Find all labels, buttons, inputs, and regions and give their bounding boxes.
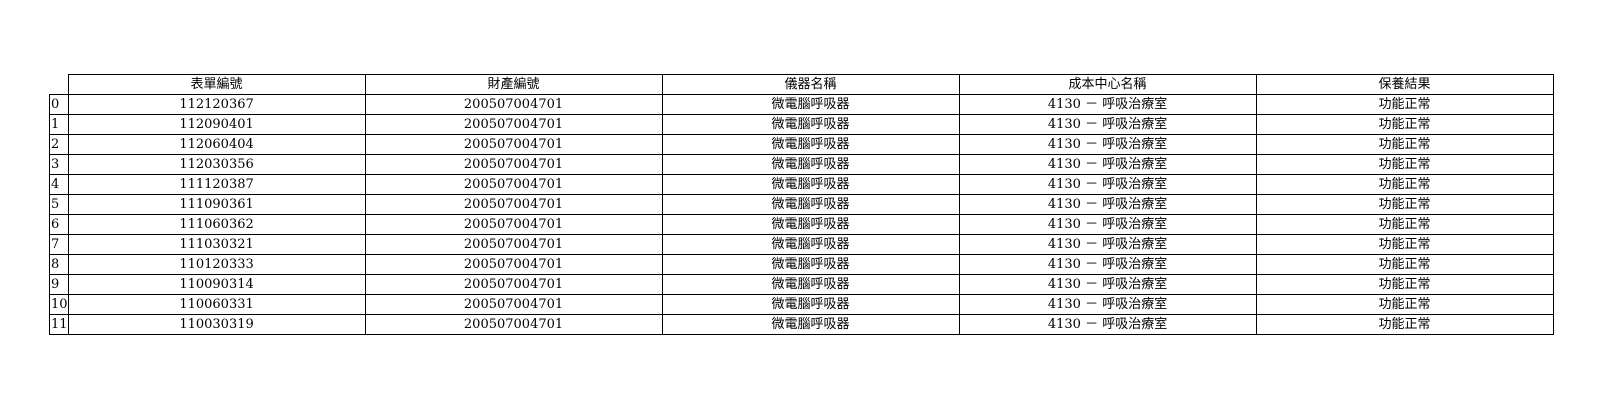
instrument-name-cell: 微電腦呼吸器 (661, 134, 960, 155)
maintenance-result-cell: 功能正常 (1255, 214, 1554, 235)
property-number-cell: 200507004701 (364, 234, 663, 255)
instrument-name-cell: 微電腦呼吸器 (661, 294, 960, 315)
property-number-cell: 200507004701 (364, 154, 663, 175)
row-index: 1 (49, 114, 69, 135)
maintenance-table: 表單編號 財產編號 儀器名稱 成本中心名稱 保養結果 0 112120367 200… (49, 74, 1554, 335)
cost-center-cell: 4130 － 呼吸治療室 (958, 234, 1257, 255)
table-row: 9 110090314 200507004701 微電腦呼吸器 4130 － 呼吸治療室… (49, 274, 1554, 295)
row-index: 8 (49, 254, 69, 275)
instrument-name-cell: 微電腦呼吸器 (661, 214, 960, 235)
property-number-cell: 200507004701 (364, 114, 663, 135)
row-index: 3 (49, 154, 69, 175)
table-row: 8 110120333 200507004701 微電腦呼吸器 4130 － 呼吸治療室… (49, 254, 1554, 275)
column-header-instrument-name: 儀器名稱 (661, 74, 960, 95)
row-index: 9 (49, 274, 69, 295)
column-header-form-number: 表單編號 (67, 74, 366, 95)
instrument-name-cell: 微電腦呼吸器 (661, 114, 960, 135)
maintenance-result-cell: 功能正常 (1255, 314, 1554, 335)
maintenance-result-cell: 功能正常 (1255, 154, 1554, 175)
form-number-cell: 111120387 (67, 174, 366, 195)
row-index: 4 (49, 174, 69, 195)
form-number-cell: 111090361 (67, 194, 366, 215)
table-row: 7 111030321 200507004701 微電腦呼吸器 4130 － 呼吸治療室… (49, 234, 1554, 255)
table-row: 2 112060404 200507004701 微電腦呼吸器 4130 － 呼吸治療室… (49, 134, 1554, 155)
cost-center-cell: 4130 － 呼吸治療室 (958, 154, 1257, 175)
property-number-cell: 200507004701 (364, 174, 663, 195)
property-number-cell: 200507004701 (364, 134, 663, 155)
form-number-cell: 112030356 (67, 154, 366, 175)
form-number-cell: 112090401 (67, 114, 366, 135)
instrument-name-cell: 微電腦呼吸器 (661, 254, 960, 275)
table-row: 5 111090361 200507004701 微電腦呼吸器 4130 － 呼吸治療室… (49, 194, 1554, 215)
table-row: 4 111120387 200507004701 微電腦呼吸器 4130 － 呼吸治療室… (49, 174, 1554, 195)
form-number-cell: 111060362 (67, 214, 366, 235)
cost-center-cell: 4130 － 呼吸治療室 (958, 114, 1257, 135)
maintenance-result-cell: 功能正常 (1255, 294, 1554, 315)
form-number-cell: 110090314 (67, 274, 366, 295)
instrument-name-cell: 微電腦呼吸器 (661, 154, 960, 175)
maintenance-table-container: 表單編號 財產編號 儀器名稱 成本中心名稱 保養結果 0 112120367 200… (49, 74, 1554, 335)
form-number-cell: 112060404 (67, 134, 366, 155)
instrument-name-cell: 微電腦呼吸器 (661, 174, 960, 195)
row-index: 6 (49, 214, 69, 235)
table-row: 6 111060362 200507004701 微電腦呼吸器 4130 － 呼吸治療室… (49, 214, 1554, 235)
instrument-name-cell: 微電腦呼吸器 (661, 194, 960, 215)
table-row: 11 110030319 200507004701 微電腦呼吸器 4130 － 呼吸治療… (49, 314, 1554, 335)
maintenance-result-cell: 功能正常 (1255, 174, 1554, 195)
form-number-cell: 110030319 (67, 314, 366, 335)
instrument-name-cell: 微電腦呼吸器 (661, 94, 960, 115)
cost-center-cell: 4130 － 呼吸治療室 (958, 274, 1257, 295)
instrument-name-cell: 微電腦呼吸器 (661, 234, 960, 255)
property-number-cell: 200507004701 (364, 254, 663, 275)
property-number-cell: 200507004701 (364, 94, 663, 115)
row-index: 2 (49, 134, 69, 155)
cost-center-cell: 4130 － 呼吸治療室 (958, 194, 1257, 215)
instrument-name-cell: 微電腦呼吸器 (661, 274, 960, 295)
maintenance-result-cell: 功能正常 (1255, 254, 1554, 275)
maintenance-result-cell: 功能正常 (1255, 134, 1554, 155)
property-number-cell: 200507004701 (364, 194, 663, 215)
instrument-name-cell: 微電腦呼吸器 (661, 314, 960, 335)
row-index: 5 (49, 194, 69, 215)
column-header-property-number: 財產編號 (364, 74, 663, 95)
cost-center-cell: 4130 － 呼吸治療室 (958, 214, 1257, 235)
table-row: 1 112090401 200507004701 微電腦呼吸器 4130 － 呼吸治療室… (49, 114, 1554, 135)
cost-center-cell: 4130 － 呼吸治療室 (958, 254, 1257, 275)
maintenance-result-cell: 功能正常 (1255, 114, 1554, 135)
form-number-cell: 110120333 (67, 254, 366, 275)
maintenance-result-cell: 功能正常 (1255, 94, 1554, 115)
maintenance-result-cell: 功能正常 (1255, 274, 1554, 295)
cost-center-cell: 4130 － 呼吸治療室 (958, 94, 1257, 115)
maintenance-result-cell: 功能正常 (1255, 234, 1554, 255)
table-row: 3 112030356 200507004701 微電腦呼吸器 4130 － 呼吸治療室… (49, 154, 1554, 175)
column-header-cost-center: 成本中心名稱 (958, 74, 1257, 95)
cost-center-cell: 4130 － 呼吸治療室 (958, 174, 1257, 195)
cost-center-cell: 4130 － 呼吸治療室 (958, 134, 1257, 155)
table-header-row: 表單編號 財產編號 儀器名稱 成本中心名稱 保養結果 (49, 74, 1554, 95)
column-header-maintenance-result: 保養結果 (1255, 74, 1554, 95)
row-index: 7 (49, 234, 69, 255)
property-number-cell: 200507004701 (364, 274, 663, 295)
cost-center-cell: 4130 － 呼吸治療室 (958, 294, 1257, 315)
property-number-cell: 200507004701 (364, 294, 663, 315)
property-number-cell: 200507004701 (364, 214, 663, 235)
table-row: 10 110060331 200507004701 微電腦呼吸器 4130 － 呼吸治療… (49, 294, 1554, 315)
form-number-cell: 110060331 (67, 294, 366, 315)
row-index: 11 (49, 314, 69, 335)
property-number-cell: 200507004701 (364, 314, 663, 335)
maintenance-result-cell: 功能正常 (1255, 194, 1554, 215)
form-number-cell: 112120367 (67, 94, 366, 115)
row-index: 0 (49, 94, 69, 115)
table-body: 0 112120367 200507004701 微電腦呼吸器 4130 － 呼吸治療室… (49, 94, 1554, 335)
row-index: 10 (49, 294, 69, 315)
index-header (49, 74, 69, 95)
form-number-cell: 111030321 (67, 234, 366, 255)
cost-center-cell: 4130 － 呼吸治療室 (958, 314, 1257, 335)
table-row: 0 112120367 200507004701 微電腦呼吸器 4130 － 呼吸治療室… (49, 94, 1554, 115)
